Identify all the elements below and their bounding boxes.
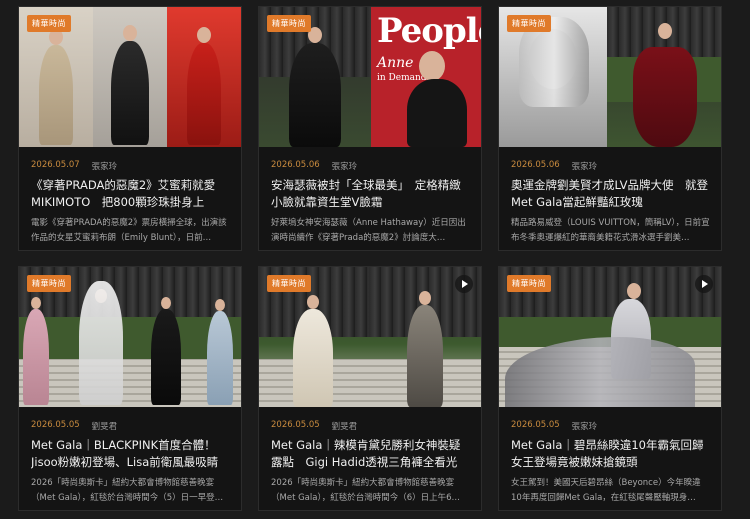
- category-badge: 精華時尚: [507, 15, 551, 32]
- article-card[interactable]: 精華時尚 2026.05.06 張家玲 奧運金牌劉美賢才成LV品牌大使 就登Me…: [498, 6, 722, 251]
- article-grid: 精華時尚 2026.05.07 張家玲 《穿著PRADA的惡魔2》艾蜜莉就愛MI…: [0, 0, 750, 519]
- play-video-icon[interactable]: [455, 275, 473, 293]
- article-excerpt: 電影《穿著PRADA的惡魔2》票房橫掃全球，出演該作品的女星艾蜜莉布朗（Emil…: [31, 218, 227, 243]
- article-meta: 2026.05.05 劉旻君: [31, 420, 117, 432]
- article-author: 張家玲: [571, 162, 598, 172]
- article-excerpt: 2026「時尚奧斯卡」紐約大都會博物館慈善晚宴（Met Gala），紅毯於台灣時…: [271, 478, 461, 503]
- article-title[interactable]: Met Gala｜BLACKPINK首度合體！Jisoo粉嫩初登場、Lisa前衛…: [31, 437, 231, 471]
- article-meta: 2026.05.06 張家玲: [271, 160, 357, 172]
- photo-panel: [167, 7, 241, 147]
- magazine-logo: People: [377, 11, 481, 51]
- article-author: 劉旻君: [331, 422, 358, 432]
- article-card[interactable]: People Anne in Demand 精華時尚 2026.05.06 張家…: [258, 6, 482, 251]
- category-badge: 精華時尚: [507, 275, 551, 292]
- article-meta: 2026.05.06 張家玲: [511, 160, 597, 172]
- article-meta: 2026.05.05 劉旻君: [271, 420, 357, 432]
- category-badge: 精華時尚: [27, 15, 71, 32]
- article-thumbnail[interactable]: 精華時尚: [19, 7, 241, 147]
- article-card[interactable]: 精華時尚 2026.05.07 張家玲 《穿著PRADA的惡魔2》艾蜜莉就愛MI…: [18, 6, 242, 251]
- article-title[interactable]: 安海瑟薇被封「全球最美」 定格精緻小臉就靠資生堂V臉霜: [271, 177, 471, 211]
- article-author: 張家玲: [91, 162, 118, 172]
- magazine-cover: People Anne in Demand: [371, 7, 481, 147]
- article-title[interactable]: 《穿著PRADA的惡魔2》艾蜜莉就愛MIKIMOTO 把800顆珍珠掛身上: [31, 177, 231, 211]
- article-thumbnail[interactable]: 精華時尚: [499, 267, 721, 407]
- article-thumbnail[interactable]: 精華時尚: [259, 267, 481, 407]
- article-excerpt: 女王駕到！美國天后碧昂絲（Beyonce）今年睽違10年再度回歸Met Gala…: [511, 478, 701, 503]
- article-author: 張家玲: [571, 422, 598, 432]
- article-meta: 2026.05.05 張家玲: [511, 420, 597, 432]
- article-title[interactable]: Met Gala｜辣模肯黛兒勝利女神裝疑露點 Gigi Hadid透視三角褲全看…: [271, 437, 471, 471]
- article-thumbnail[interactable]: People Anne in Demand 精華時尚: [259, 7, 481, 147]
- article-card[interactable]: 精華時尚 2026.05.05 劉旻君 Met Gala｜BLACKPINK首度…: [18, 266, 242, 511]
- article-excerpt: 精品路易威登（LOUIS VUITTON，簡稱LV），日前宣布冬季奧運爆紅的華裔…: [511, 218, 710, 243]
- category-badge: 精華時尚: [267, 275, 311, 292]
- article-card[interactable]: 精華時尚 2026.05.05 張家玲 Met Gala｜碧昂絲睽違10年霸氣回…: [498, 266, 722, 511]
- category-badge: 精華時尚: [27, 275, 71, 292]
- article-date: 2026.05.05: [271, 420, 320, 430]
- photo-panel: [607, 7, 721, 147]
- article-author: 張家玲: [331, 162, 358, 172]
- magazine-cover-name: Anne: [377, 55, 414, 71]
- article-date: 2026.05.06: [271, 160, 320, 170]
- article-author: 劉旻君: [91, 422, 118, 432]
- article-meta: 2026.05.07 張家玲: [31, 160, 117, 172]
- article-date: 2026.05.05: [511, 420, 560, 430]
- article-card[interactable]: 精華時尚 2026.05.05 劉旻君 Met Gala｜辣模肯黛兒勝利女神裝疑…: [258, 266, 482, 511]
- article-thumbnail[interactable]: 精華時尚: [499, 7, 721, 147]
- photo-panel: [93, 7, 167, 147]
- article-excerpt: 2026「時尚奧斯卡」紐約大都會博物館慈善晚宴（Met Gala），紅毯於台灣時…: [31, 478, 224, 503]
- article-date: 2026.05.07: [31, 160, 80, 170]
- article-title[interactable]: Met Gala｜碧昂絲睽違10年霸氣回歸 女王登場竟被嫩妹搶鏡頭: [511, 437, 711, 471]
- article-thumbnail[interactable]: 精華時尚: [19, 267, 241, 407]
- article-excerpt: 好萊塢女神安海瑟薇（Anne Hathaway）近日因出演時尚續作《穿著Prad…: [271, 218, 466, 243]
- article-title[interactable]: 奧運金牌劉美賢才成LV品牌大使 就登Met Gala當起鮮豔紅玫瑰: [511, 177, 711, 211]
- magazine-cover-sub: in Demand: [377, 73, 427, 83]
- category-badge: 精華時尚: [267, 15, 311, 32]
- article-date: 2026.05.06: [511, 160, 560, 170]
- article-date: 2026.05.05: [31, 420, 80, 430]
- play-video-icon[interactable]: [695, 275, 713, 293]
